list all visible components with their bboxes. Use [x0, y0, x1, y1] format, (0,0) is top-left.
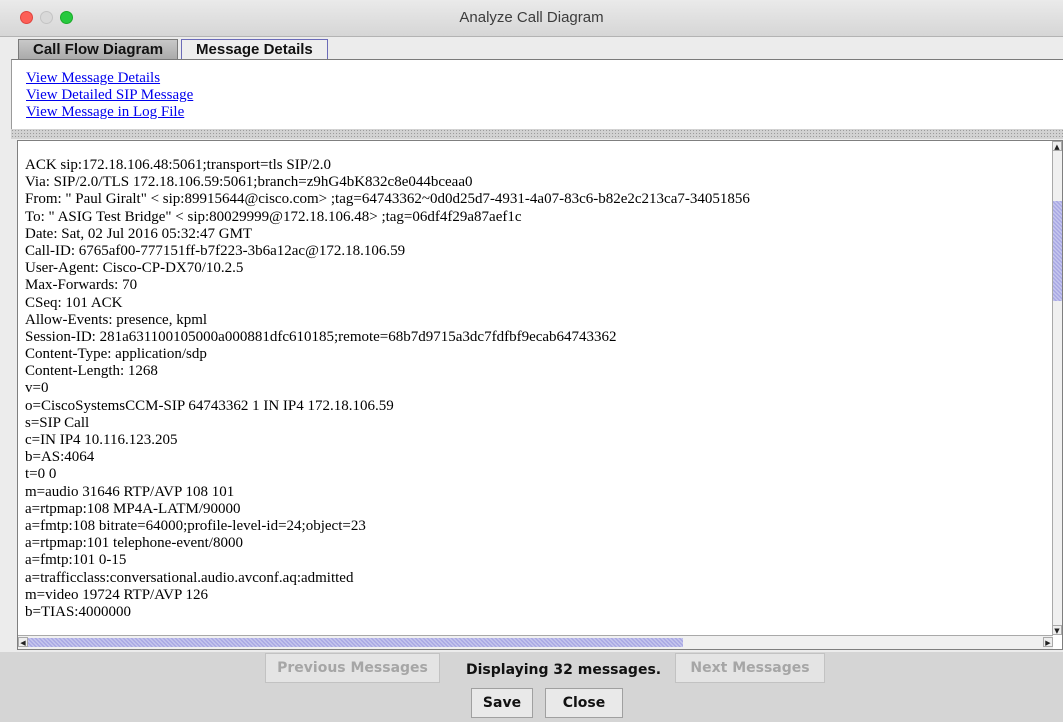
scroll-right-icon[interactable]: ▶: [1043, 637, 1053, 647]
message-line: a=rtpmap:101 telephone-event/8000: [25, 535, 243, 552]
message-line: ACK sip:172.18.106.48:5061;transport=tls…: [25, 157, 331, 173]
title-bar: Analyze Call Diagram: [0, 0, 1063, 37]
message-line: Max-Forwards: 70: [25, 277, 138, 294]
scroll-up-icon[interactable]: ▲: [1052, 141, 1062, 151]
message-line: Session-ID: 281a631100105000a000881dfc61…: [25, 328, 617, 345]
message-line: Via: SIP/2.0/TLS 172.18.106.59:5061;bran…: [25, 174, 473, 191]
previous-messages-button[interactable]: Previous Messages: [265, 653, 440, 683]
message-line: Content-Type: application/sdp: [25, 346, 207, 363]
view-message-in-log-file-link[interactable]: View Message in Log File: [26, 104, 184, 121]
message-line: a=fmtp:101 0-15: [25, 552, 127, 569]
message-line: To: " ASIG Test Bridge" < sip:80029999@1…: [25, 208, 522, 225]
message-line: m=audio 31646 RTP/AVP 108 101: [25, 483, 235, 500]
message-line: Allow-Events: presence, kpml: [25, 311, 208, 328]
next-messages-button[interactable]: Next Messages: [675, 653, 825, 683]
message-line: m=video 19724 RTP/AVP 126: [25, 586, 208, 603]
message-line: o=CiscoSystemsCCM-SIP 64743362 1 IN IP4 …: [25, 397, 394, 414]
message-line: v=0: [25, 380, 49, 397]
message-line: Call-ID: 6765af00-777151ff-b7f223-3b6a12…: [25, 242, 406, 259]
tab-bar: Call Flow Diagram Message Details: [18, 39, 331, 60]
tab-message-details[interactable]: Message Details: [181, 39, 328, 60]
close-button[interactable]: Close: [545, 688, 623, 718]
message-line: t=0 0: [25, 466, 57, 483]
message-line: From: " Paul Giralt" < sip:89915644@cisc…: [25, 191, 750, 208]
sip-message-text: ACK sip:172.18.106.48:5061;transport=tls…: [25, 157, 1050, 621]
message-line: b=AS:4064: [25, 449, 95, 466]
message-line: c=IN IP4 10.116.123.205: [25, 432, 178, 448]
vertical-scrollbar[interactable]: ▲ ▼: [1052, 141, 1062, 635]
split-pane-divider[interactable]: [11, 129, 1063, 139]
message-line: a=trafficclass:conversational.audio.avco…: [25, 569, 354, 586]
message-line: a=rtpmap:108 MP4A-LATM/90000: [25, 500, 241, 517]
message-line: Content-Length: 1268: [25, 363, 158, 380]
window-title: Analyze Call Diagram: [459, 9, 604, 26]
message-count-status: Displaying 32 messages.: [466, 662, 662, 678]
message-text-panel[interactable]: ACK sip:172.18.106.48:5061;transport=tls…: [17, 140, 1063, 650]
tab-call-flow-diagram[interactable]: Call Flow Diagram: [18, 39, 179, 60]
message-line: User-Agent: Cisco-CP-DX70/10.2.5: [25, 260, 244, 277]
message-line: Date: Sat, 02 Jul 2016 05:32:47 GMT: [25, 225, 253, 242]
vertical-scroll-thumb[interactable]: [1053, 201, 1062, 301]
message-line: a=fmtp:108 bitrate=64000;profile-level-i…: [25, 517, 366, 534]
message-line: b=TIAS:4000000: [25, 603, 131, 620]
scroll-left-icon[interactable]: ◀: [18, 637, 28, 647]
message-line: s=SIP Call: [25, 414, 90, 431]
save-button[interactable]: Save: [471, 688, 533, 718]
view-message-details-link[interactable]: View Message Details: [26, 70, 160, 87]
links-panel: View Message Details View Detailed SIP M…: [11, 59, 1063, 129]
footer-bar: Previous Messages Displaying 32 messages…: [0, 652, 1063, 722]
message-line: CSeq: 101 ACK: [25, 294, 123, 311]
scroll-down-icon[interactable]: ▼: [1052, 625, 1062, 635]
horizontal-scrollbar[interactable]: ◀ ▶: [18, 635, 1053, 649]
view-detailed-sip-message-link[interactable]: View Detailed SIP Message: [26, 87, 193, 104]
horizontal-scroll-thumb[interactable]: [28, 638, 683, 647]
